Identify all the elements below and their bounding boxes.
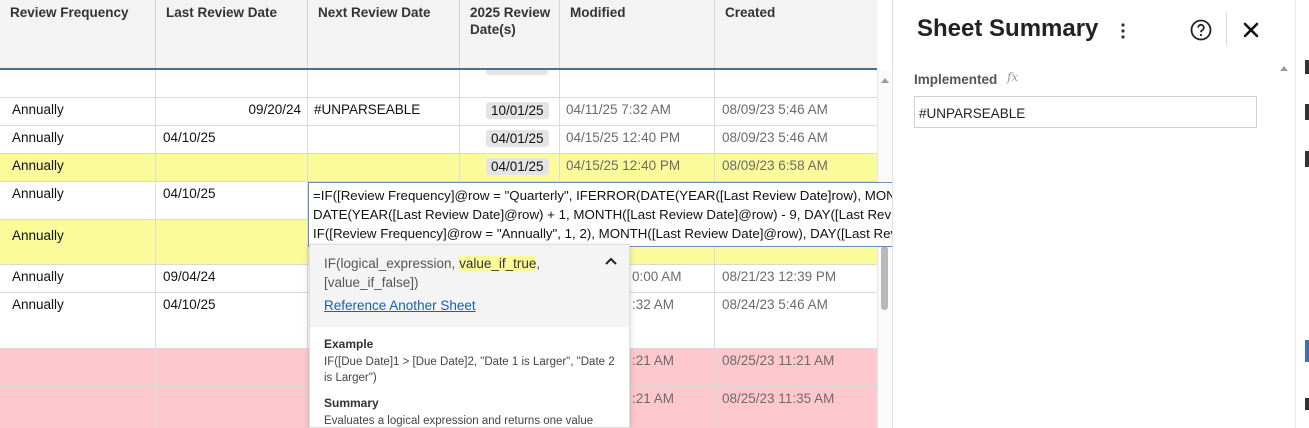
last-review-date-cell[interactable]: 04/10/25 xyxy=(156,182,308,219)
example-text: IF([Due Date]1 > [Due Date]2, "Date 1 is… xyxy=(324,356,615,384)
created-cell[interactable]: 08/09/23 5:46 AM xyxy=(715,126,877,153)
function-hint-popup: IF(logical_expression, value_if_true, [v… xyxy=(309,244,630,428)
date-pill: 10/01/25 xyxy=(486,102,549,119)
next-review-date-cell[interactable] xyxy=(308,126,460,153)
toolbar-icon[interactable] xyxy=(1305,104,1309,120)
table-row[interactable]: Annually 09/20/24 #UNPARSEABLE 10/01/25 … xyxy=(0,98,877,126)
cell[interactable] xyxy=(0,387,156,428)
last-review-date-cell[interactable] xyxy=(156,220,308,264)
function-signature-section: IF(logical_expression, value_if_true, [v… xyxy=(310,245,629,327)
cell[interactable] xyxy=(156,349,308,386)
review-frequency-cell[interactable]: Annually xyxy=(0,154,156,181)
modified-cell[interactable]: 04/15/25 12:40 PM xyxy=(560,126,715,153)
next-review-date-cell[interactable] xyxy=(308,154,460,181)
created-cell[interactable]: 08/09/23 5:46 AM xyxy=(715,98,877,125)
panel-title: Sheet Summary xyxy=(917,15,1099,42)
modified-cell[interactable]: 04/11/25 7:32 AM xyxy=(560,98,715,125)
cell[interactable] xyxy=(715,70,877,97)
toolbar-icon[interactable] xyxy=(1305,340,1309,362)
toolbar-icon[interactable] xyxy=(1305,60,1309,74)
scrollbar-thumb[interactable] xyxy=(881,246,888,310)
cell[interactable] xyxy=(560,70,715,97)
review-frequency-cell[interactable]: Annually xyxy=(0,126,156,153)
last-review-date-cell[interactable]: 09/04/24 xyxy=(156,265,308,292)
created-cell[interactable]: 08/25/23 11:35 AM xyxy=(715,387,877,428)
summary-title: Summary xyxy=(324,396,379,410)
table-row[interactable]: Annually 04/01/25 04/15/25 12:40 PM 08/0… xyxy=(0,154,877,182)
active-argument: value_if_true xyxy=(459,256,537,271)
right-toolbar-strip xyxy=(1295,0,1309,428)
column-header-row: Review Frequency Last Review Date Next R… xyxy=(0,0,877,70)
modified-cell[interactable]: 04/15/25 12:40 PM xyxy=(560,154,715,181)
column-header-last-review-date[interactable]: Last Review Date xyxy=(156,0,308,68)
cell[interactable] xyxy=(156,70,308,97)
created-cell[interactable]: 08/21/23 12:39 PM xyxy=(715,265,877,292)
chevron-up-icon[interactable] xyxy=(603,253,619,269)
table-row[interactable] xyxy=(0,70,877,98)
more-options-icon[interactable] xyxy=(1119,22,1127,40)
date-pill: 04/01/25 xyxy=(486,130,549,147)
cell[interactable] xyxy=(156,387,308,428)
review-frequency-cell[interactable]: Annually xyxy=(0,98,156,125)
created-cell[interactable]: 08/24/23 5:46 AM xyxy=(715,293,877,348)
reference-another-sheet-link[interactable]: Reference Another Sheet xyxy=(324,298,615,313)
summary-section: Summary Evaluates a logical expression a… xyxy=(310,386,629,428)
formula-fx-icon: fx xyxy=(1007,70,1019,84)
review-frequency-cell[interactable]: Annually xyxy=(0,182,156,219)
implemented-field[interactable]: #UNPARSEABLE xyxy=(914,96,1257,128)
sheet-summary-panel: Sheet Summary Implemented fx #UNPARSEABL… xyxy=(892,0,1295,428)
last-review-date-cell[interactable]: 04/10/25 xyxy=(156,293,308,348)
last-review-date-cell[interactable]: 09/20/24 xyxy=(156,98,308,125)
toolbar-icon[interactable] xyxy=(1305,151,1309,167)
review-2025-cell[interactable]: 04/01/25 xyxy=(460,126,560,153)
column-header-review-frequency[interactable]: Review Frequency xyxy=(0,0,156,68)
table-row[interactable]: Annually 04/10/25 04/01/25 04/15/25 12:4… xyxy=(0,126,877,154)
column-header-next-review-date[interactable]: Next Review Date xyxy=(308,0,460,68)
example-title: Example xyxy=(324,337,374,351)
created-cell[interactable]: 08/25/23 11:21 AM xyxy=(715,349,877,386)
column-header-2025-review-dates[interactable]: 2025 Review Date(s) xyxy=(460,0,560,68)
panel-scroll-up-icon[interactable] xyxy=(1280,66,1288,71)
field-label-implemented: Implemented xyxy=(914,72,998,87)
cell[interactable] xyxy=(460,70,560,97)
cell[interactable] xyxy=(0,349,156,386)
created-cell[interactable]: 08/09/23 6:58 AM xyxy=(715,154,877,181)
function-signature: IF(logical_expression, value_if_true, [v… xyxy=(324,256,541,290)
review-frequency-cell[interactable]: Annually xyxy=(0,265,156,292)
close-icon[interactable] xyxy=(1242,21,1260,39)
review-frequency-cell[interactable]: Annually xyxy=(0,293,156,348)
divider xyxy=(1226,12,1227,46)
date-pill: 04/01/25 xyxy=(486,158,549,175)
toolbar-icon[interactable] xyxy=(1305,398,1309,410)
next-review-date-cell[interactable]: #UNPARSEABLE xyxy=(308,98,460,125)
help-icon[interactable] xyxy=(1190,19,1212,41)
review-2025-cell[interactable]: 10/01/25 xyxy=(460,98,560,125)
last-review-date-cell[interactable]: 04/10/25 xyxy=(156,126,308,153)
example-section: Example IF([Due Date]1 > [Due Date]2, "D… xyxy=(310,327,629,386)
review-frequency-cell[interactable]: Annually xyxy=(0,220,156,264)
column-header-created[interactable]: Created xyxy=(715,0,877,68)
review-2025-cell[interactable]: 04/01/25 xyxy=(460,154,560,181)
cell[interactable] xyxy=(308,70,460,97)
cell[interactable] xyxy=(0,70,156,97)
last-review-date-cell[interactable] xyxy=(156,154,308,181)
scroll-up-arrow-icon[interactable] xyxy=(881,78,889,83)
grid-vertical-scrollbar[interactable] xyxy=(877,70,891,428)
column-header-modified[interactable]: Modified xyxy=(560,0,715,68)
summary-text: Evaluates a logical expression and retur… xyxy=(324,415,594,427)
